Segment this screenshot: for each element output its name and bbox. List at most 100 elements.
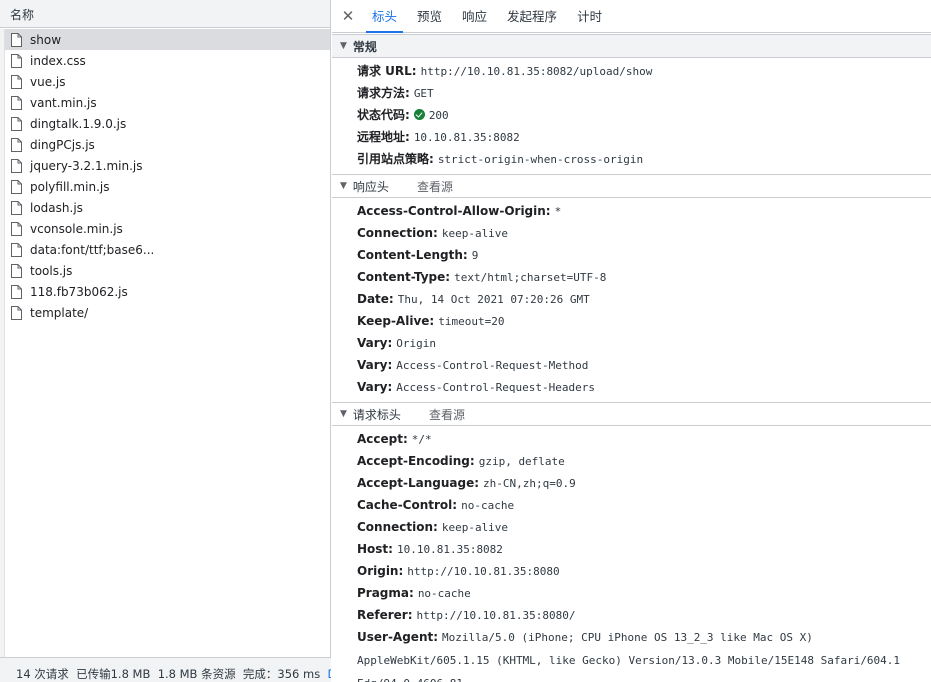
file-row[interactable]: data:font/ttf;base6... [5, 239, 330, 260]
file-name: vant.min.js [30, 95, 97, 110]
header-row: Keep-Alive: timeout=20 [332, 310, 931, 332]
remote-address-key: 远程地址: [357, 130, 410, 144]
file-name: show [30, 32, 62, 47]
header-value: zh-CN,zh;q=0.9 [483, 477, 576, 490]
file-name: jquery-3.2.1.min.js [30, 158, 143, 173]
header-key: Pragma: [357, 586, 414, 600]
header-row: Connection: keep-alive [332, 222, 931, 244]
header-value: * [554, 205, 562, 218]
file-row[interactable]: jquery-3.2.1.min.js [5, 155, 330, 176]
header-value: timeout=20 [438, 315, 505, 328]
header-row: Accept-Language: zh-CN,zh;q=0.9 [332, 472, 931, 494]
header-value: Access-Control-Request-Headers [396, 381, 595, 394]
general-section: 请求 URL: http://10.10.81.35:8082/upload/sh… [332, 58, 931, 174]
tab-1[interactable]: 预览 [407, 0, 452, 33]
file-row[interactable]: polyfill.min.js [5, 176, 330, 197]
file-row[interactable]: index.css [5, 50, 330, 71]
request-url-row: 请求 URL: http://10.10.81.35:8082/upload/sh… [332, 60, 931, 82]
file-row[interactable]: 118.fb73b062.js [5, 281, 330, 302]
header-value: 9 [471, 249, 479, 262]
response-headers-section-header[interactable]: ▼ 响应头 查看源 [332, 174, 931, 198]
file-name: polyfill.min.js [30, 179, 110, 194]
header-key: Content-Type: [357, 270, 451, 284]
request-method-key: 请求方法: [357, 86, 410, 100]
header-value: */* [411, 433, 432, 446]
header-key: Access-Control-Allow-Origin: [357, 204, 551, 218]
collapse-triangle-icon: ▼ [340, 181, 347, 191]
details-tabbar: ✕ 标头 预览 响应 发起程序 计时 [332, 0, 931, 33]
file-row[interactable]: template/ [5, 302, 330, 323]
header-row: User-Agent: Mozilla/5.0 (iPhone; CPU iPho… [332, 626, 931, 682]
header-key: User-Agent: [357, 630, 439, 644]
request-headers-section-header[interactable]: ▼ 请求标头 查看源 [332, 402, 931, 426]
remote-address-value: 10.10.81.35:8082 [413, 131, 520, 144]
status-bar: 14 次请求 已传输1.8 MB 1.8 MB 条资源 完成：356 ms DC [0, 657, 331, 682]
file-name: index.css [30, 53, 86, 68]
request-method-value: GET [413, 87, 434, 100]
tab-3[interactable]: 发起程序 [497, 0, 567, 33]
request-url-key: 请求 URL: [357, 64, 417, 78]
tab-2[interactable]: 响应 [452, 0, 497, 33]
request-method-row: 请求方法: GET [332, 82, 931, 104]
file-row[interactable]: show [5, 29, 330, 50]
request-headers-list: Accept: */* Accept-Encoding: gzip, deflate A… [332, 426, 931, 682]
header-value: Thu, 14 Oct 2021 07:20:26 GMT [397, 293, 590, 306]
file-name: dingPCjs.js [30, 137, 95, 152]
request-list-panel: 名称 show index.css vue.js vant.min.js dingtal… [0, 0, 331, 682]
request-headers-title: 请求标头 [352, 407, 401, 422]
header-row: Vary: Access-Control-Request-Method [332, 354, 931, 376]
header-row: Accept-Encoding: gzip, deflate [332, 450, 931, 472]
header-key: Accept: [357, 432, 408, 446]
header-value: no-cache [417, 587, 471, 600]
file-row[interactable]: lodash.js [5, 197, 330, 218]
header-value: Mozilla/5.0 (iPhone; CPU iPhone OS 13_2_… [357, 631, 901, 682]
header-row: Content-Type: text/html;charset=UTF-8 [332, 266, 931, 288]
file-name: vconsole.min.js [30, 221, 123, 236]
header-row: Cache-Control: no-cache [332, 494, 931, 516]
tab-4[interactable]: 计时 [567, 0, 612, 33]
referrer-policy-key: 引用站点策略: [357, 152, 434, 166]
document-icon [11, 95, 22, 110]
header-row: Vary: Access-Control-Request-Headers [332, 376, 931, 398]
header-row: Pragma: no-cache [332, 582, 931, 604]
dom-content-loaded: DC [328, 667, 331, 681]
file-name: vue.js [30, 74, 66, 89]
general-section-header[interactable]: ▼ 常规 [332, 34, 931, 58]
request-view-source-link[interactable]: 查看源 [429, 406, 465, 423]
request-count: 14 次请求 [16, 667, 69, 681]
header-key: Date: [357, 292, 394, 306]
header-key: Content-Length: [357, 248, 468, 262]
header-value: gzip, deflate [478, 455, 565, 468]
response-headers-list: Access-Control-Allow-Origin: * Connection:… [332, 198, 931, 402]
file-row[interactable]: vant.min.js [5, 92, 330, 113]
document-icon [11, 137, 22, 152]
referrer-policy-value: strict-origin-when-cross-origin [437, 153, 644, 166]
document-icon [11, 53, 22, 68]
close-icon[interactable]: ✕ [334, 7, 362, 25]
file-row[interactable]: dingtalk.1.9.0.js [5, 113, 330, 134]
document-icon [11, 263, 22, 278]
header-row: Referer: http://10.10.81.35:8080/ [332, 604, 931, 626]
tab-0[interactable]: 标头 [362, 0, 407, 33]
file-row[interactable]: vconsole.min.js [5, 218, 330, 239]
header-key: Vary: [357, 380, 393, 394]
general-title: 常规 [352, 39, 377, 54]
header-row: Host: 10.10.81.35:8082 [332, 538, 931, 560]
document-icon [11, 284, 22, 299]
header-row: Connection: keep-alive [332, 516, 931, 538]
header-key: Referer: [357, 608, 413, 622]
file-row[interactable]: tools.js [5, 260, 330, 281]
header-value: http://10.10.81.35:8080 [407, 565, 560, 578]
file-row[interactable]: dingPCjs.js [5, 134, 330, 155]
request-details-panel: ✕ 标头 预览 响应 发起程序 计时 ▼ 常规 请求 URL: http://10.10.… [332, 0, 931, 682]
header-value: Origin [396, 337, 437, 350]
header-key: Accept-Language: [357, 476, 480, 490]
response-view-source-link[interactable]: 查看源 [417, 178, 453, 195]
details-content: ▼ 常规 请求 URL: http://10.10.81.35:8082/uplo… [332, 34, 931, 682]
document-icon [11, 32, 22, 47]
header-row: Access-Control-Allow-Origin: * [332, 200, 931, 222]
document-icon [11, 179, 22, 194]
file-row[interactable]: vue.js [5, 71, 330, 92]
name-column-header[interactable]: 名称 [0, 0, 330, 28]
transferred-size: 已传输1.8 MB [76, 667, 151, 681]
